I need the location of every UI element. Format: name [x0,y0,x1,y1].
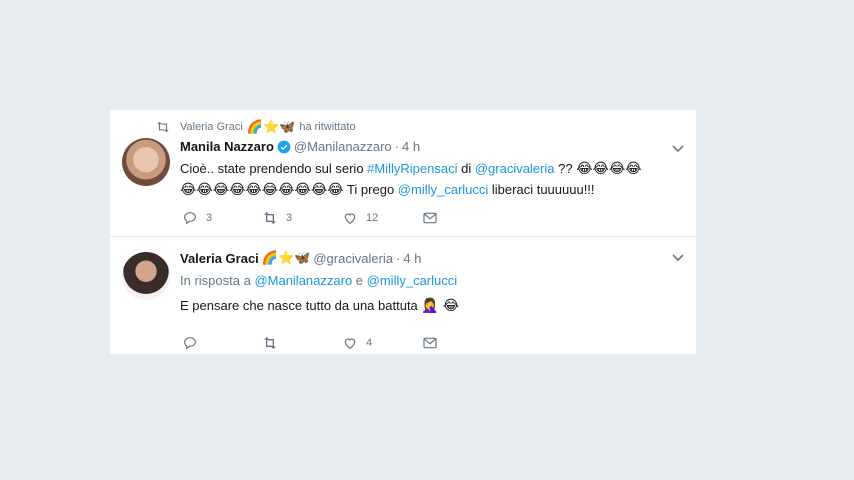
tweet-actions: 4 [182,335,502,351]
tweet-actions: 3 3 12 [182,210,502,226]
author-emojis: 🌈⭐🦋 [261,250,311,265]
retweet-button[interactable]: 3 [262,210,342,226]
separator-dot: · [396,250,401,266]
timeline-card: Valeria Graci 🌈⭐🦋 ha ritwittato Manila N… [110,110,696,354]
author-name[interactable]: Manila Nazzaro [180,139,274,154]
retweet-icon [264,337,276,349]
tweet-text-segment: E pensare che nasce tutto da una battuta [180,298,422,313]
author-handle[interactable]: @Manilanazzaro [294,139,392,154]
tweet-timestamp[interactable]: 4 h [403,251,421,266]
tweet-text: Cioè.. state prendendo sul serio #MillyR… [180,158,680,200]
mail-icon [423,212,437,224]
like-count: 12 [366,212,379,224]
tweet[interactable]: Valeria Graci 🌈⭐🦋 @gracivaleria · 4 h In… [110,237,696,354]
tweet-timestamp[interactable]: 4 h [402,139,420,154]
tweet-text: E pensare che nasce tutto da una battuta… [180,295,680,316]
tweet-header: Manila Nazzaro @Manilanazzaro · 4 h [180,139,420,154]
tweet-text-segment: ?? [554,161,577,176]
avatar[interactable] [122,252,170,300]
retweet-context: Valeria Graci 🌈⭐🦋 ha ritwittato [156,119,356,135]
separator-dot: · [394,139,400,154]
heart-icon [344,338,356,350]
tweet-text-segment: liberaci tuuuuuu!!! [488,182,595,197]
like-count: 4 [366,337,373,349]
mention-link[interactable]: @milly_carlucci [398,182,489,197]
direct-message-button[interactable] [422,210,502,226]
emoji-run: 🤦‍♀️ 😂 [421,297,460,313]
verified-badge-icon [277,140,291,153]
reply-conjunction: e [352,273,367,288]
reply-count: 3 [206,212,213,224]
tweet-text-segment: Ti prego [343,182,398,197]
retweet-button[interactable] [262,335,342,351]
emoji-run: 😂😂😂😂😂😂😂😂😂😂 [180,181,344,197]
reply-prefix: In risposta a [180,273,255,288]
reply-icon [184,212,196,225]
retweet-icon [157,121,169,133]
retweet-icon [264,212,276,224]
emoji-run: 😂😂😂😂 [576,160,642,176]
hashtag-link[interactable]: #MillyRipensaci [367,161,457,176]
like-button[interactable]: 4 [342,335,422,351]
tweet[interactable]: Valeria Graci 🌈⭐🦋 ha ritwittato Manila N… [110,110,696,237]
retweeter-name[interactable]: Valeria Graci [180,121,243,133]
like-button[interactable]: 12 [342,210,422,226]
retweeter-emojis: 🌈⭐🦋 [246,119,296,134]
tweet-text-segment: Cioè.. state prendendo sul serio [180,161,368,176]
reply-button[interactable]: 3 [182,210,262,226]
author-handle[interactable]: @gracivaleria [313,251,393,266]
direct-message-button[interactable] [422,335,502,351]
mention-link[interactable]: @Manilanazzaro [254,273,352,288]
chevron-down-icon[interactable] [672,254,684,262]
retweet-label: ha ritwittato [299,121,356,133]
heart-icon [344,213,356,225]
tweet-text-segment: di [457,161,475,176]
avatar[interactable] [122,138,170,186]
chevron-down-icon[interactable] [672,145,684,153]
author-name[interactable]: Valeria Graci [180,251,259,266]
reply-icon [184,337,196,350]
mention-link[interactable]: @gracivaleria [475,161,555,176]
reply-button[interactable] [182,335,262,351]
mail-icon [423,337,437,349]
mention-link[interactable]: @milly_carlucci [367,273,458,288]
reply-context: In risposta a @Manilanazzaro e @milly_ca… [180,273,457,288]
tweet-header: Valeria Graci 🌈⭐🦋 @gracivaleria · 4 h [180,250,421,266]
retweet-count: 3 [286,212,293,224]
